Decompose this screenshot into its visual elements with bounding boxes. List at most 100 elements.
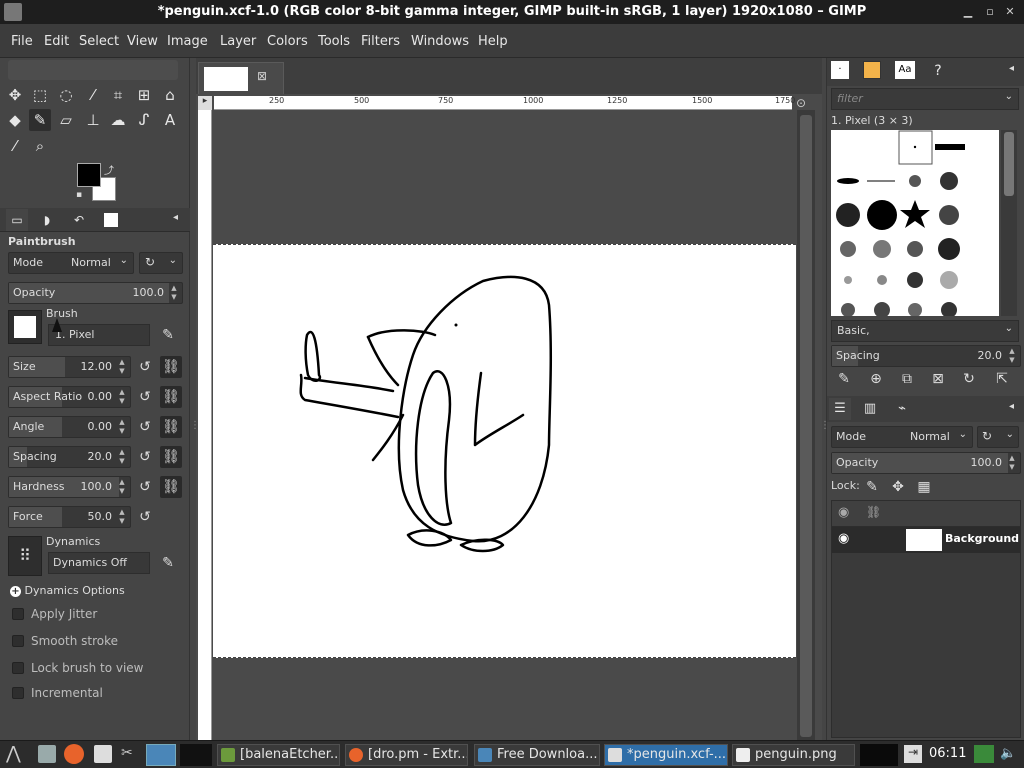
reset-size-icon[interactable]: ↺ (134, 356, 156, 378)
device-status-tab-icon[interactable]: ◗ (36, 209, 58, 231)
open-brush-icon[interactable]: ⇱ (991, 368, 1013, 390)
angle-slider[interactable]: Angle 0.00 ▲ ▼ (8, 416, 131, 438)
menu-windows[interactable]: Windows (411, 34, 469, 49)
refresh-brushes-icon[interactable]: ↻ (958, 368, 980, 390)
hardness-slider[interactable]: Hardness 100.0 ▲ ▼ (8, 476, 131, 498)
dynamics-icon[interactable]: ⠿ (8, 536, 42, 576)
zoom-fit-icon[interactable]: ⊙ (796, 96, 806, 110)
menu-colors[interactable]: Colors (267, 34, 308, 49)
spin-arrows-icon[interactable]: ▲ ▼ (1007, 454, 1017, 472)
task-balena[interactable]: [balenaEtcher... (217, 744, 340, 766)
minimize-icon[interactable]: ▁ (960, 4, 976, 20)
brush-grid[interactable] (831, 130, 999, 316)
undo-history-tab-icon[interactable]: ↶ (68, 209, 90, 231)
link-angle-icon[interactable]: ⛓ (160, 416, 182, 438)
edit-brush-icon[interactable]: ✎ (833, 368, 855, 390)
workspace-pager[interactable] (860, 744, 898, 766)
dynamics-options-expander[interactable]: + Dynamics Options (10, 584, 125, 597)
spin-arrows-icon[interactable]: ▲ ▼ (117, 358, 127, 376)
incremental-checkbox[interactable] (12, 687, 24, 699)
reset-force-icon[interactable]: ↺ (134, 506, 156, 528)
quick-mask-corner-icon[interactable]: ▸ (198, 96, 212, 110)
new-brush-icon[interactable]: ⊕ (865, 368, 887, 390)
menu-file[interactable]: File (11, 34, 33, 49)
visibility-eye-icon[interactable]: ◉ (838, 531, 849, 546)
bucket-fill-icon[interactable]: ◆ (4, 109, 26, 131)
canvas-viewport[interactable] (213, 110, 796, 740)
menu-select[interactable]: Select (79, 34, 119, 49)
brushes-tab-icon[interactable]: · (831, 61, 849, 79)
spin-arrows-icon[interactable]: ▲ ▼ (117, 388, 127, 406)
lasso-icon[interactable]: ◌ (55, 84, 77, 106)
brush-name-field[interactable]: 1. Pixel (48, 324, 150, 346)
paintbrush-icon[interactable]: ✎ (29, 109, 51, 131)
eraser-icon[interactable]: ▱ (55, 109, 77, 131)
task-penguin-png[interactable]: penguin.png (732, 744, 855, 766)
lock-brush-checkbox[interactable] (12, 662, 24, 674)
link-aspect-icon[interactable]: ⛓ (160, 386, 182, 408)
desktop-icon[interactable] (146, 744, 176, 766)
unified-transform-icon[interactable]: ⊞ (133, 84, 155, 106)
link-hardness-icon[interactable]: ⛓ (160, 476, 182, 498)
apply-jitter-checkbox[interactable] (12, 608, 24, 620)
spin-arrows-icon[interactable]: ▲ ▼ (117, 508, 127, 526)
color-picker-icon[interactable]: ⁄ (4, 135, 26, 157)
smooth-stroke-checkbox[interactable] (12, 635, 24, 647)
layer-mode-select[interactable]: Mode Normal ⌄ (831, 426, 973, 448)
firefox-icon[interactable] (64, 744, 84, 764)
rect-select-icon[interactable]: ⬚ (29, 84, 51, 106)
spin-arrows-icon[interactable]: ▲ ▼ (1007, 347, 1017, 365)
layer-mode-reset-button[interactable]: ↻ ⌄ (977, 426, 1019, 448)
files-icon[interactable] (94, 745, 112, 763)
lock-alpha-icon[interactable]: ▦ (913, 476, 935, 498)
file-manager-icon[interactable] (38, 745, 56, 763)
images-tab-icon[interactable] (100, 209, 122, 231)
close-icon[interactable]: ✕ (1002, 4, 1018, 20)
mode-reset-button[interactable]: ↻ ⌄ (139, 252, 183, 274)
spin-arrows-icon[interactable]: ▲ ▼ (117, 448, 127, 466)
fuzzy-select-icon[interactable]: ⁄ (82, 84, 104, 106)
task-dro[interactable]: [dro.pm - Extr... (345, 744, 468, 766)
fonts-tab-icon[interactable]: Aa (895, 61, 915, 79)
paths-icon[interactable]: ᔑ (133, 109, 155, 131)
reset-angle-icon[interactable]: ↺ (134, 416, 156, 438)
spin-arrows-icon[interactable]: ▲ ▼ (169, 284, 179, 302)
brush-filter-field[interactable]: filter ⌄ (831, 88, 1019, 110)
delete-brush-icon[interactable]: ⊠ (927, 368, 949, 390)
panel-menu-icon[interactable]: ◂ (1009, 401, 1014, 412)
brush-grid-scrollbar[interactable] (1001, 130, 1017, 316)
reset-spacing-icon[interactable]: ↺ (134, 446, 156, 468)
patterns-tab-icon[interactable] (863, 61, 881, 79)
tool-options-tab-icon[interactable]: ▭ (6, 209, 28, 231)
terminal-icon[interactable] (180, 744, 212, 766)
panel-menu-icon[interactable]: ◂ (1009, 63, 1014, 74)
menu-layer[interactable]: Layer (220, 34, 256, 49)
network-icon[interactable] (974, 745, 994, 763)
layer-row[interactable]: ◉ Background (832, 527, 1020, 553)
default-colors-icon[interactable]: ▪ (76, 190, 82, 200)
layer-opacity-slider[interactable]: Opacity 100.0 ▲ ▼ (831, 452, 1021, 474)
brush-spacing-slider[interactable]: Spacing 20.0 ▲ ▼ (831, 345, 1021, 367)
spacing-slider[interactable]: Spacing 20.0 ▲ ▼ (8, 446, 131, 468)
help-tab-icon[interactable]: ? (927, 60, 949, 82)
text-tool-icon[interactable]: A (159, 109, 181, 131)
menu-view[interactable]: View (127, 34, 158, 49)
force-slider[interactable]: Force 50.0 ▲ ▼ (8, 506, 131, 528)
tools-icon[interactable]: ✂ (121, 745, 133, 761)
image-tab[interactable]: ⊠ (198, 62, 284, 94)
brush-preset-select[interactable]: Basic, ⌄ (831, 320, 1019, 342)
foreground-color-swatch[interactable] (77, 163, 101, 187)
zoom-icon[interactable]: ⌕ (29, 135, 51, 157)
menu-tools[interactable]: Tools (318, 34, 350, 49)
layers-tab-icon[interactable]: ☰ (829, 398, 851, 420)
brush-preview-button[interactable] (8, 310, 42, 344)
vertical-scrollbar[interactable] (797, 110, 815, 740)
clone-icon[interactable]: ⊥ (82, 109, 104, 131)
link-size-icon[interactable]: ⛓ (160, 356, 182, 378)
volume-icon[interactable]: 🔈 (1000, 746, 1016, 761)
close-tab-icon[interactable]: ⊠ (257, 69, 267, 83)
reset-aspect-icon[interactable]: ↺ (134, 386, 156, 408)
menu-edit[interactable]: Edit (44, 34, 69, 49)
paths-tab-icon[interactable]: ⌁ (891, 398, 913, 420)
reset-hardness-icon[interactable]: ↺ (134, 476, 156, 498)
